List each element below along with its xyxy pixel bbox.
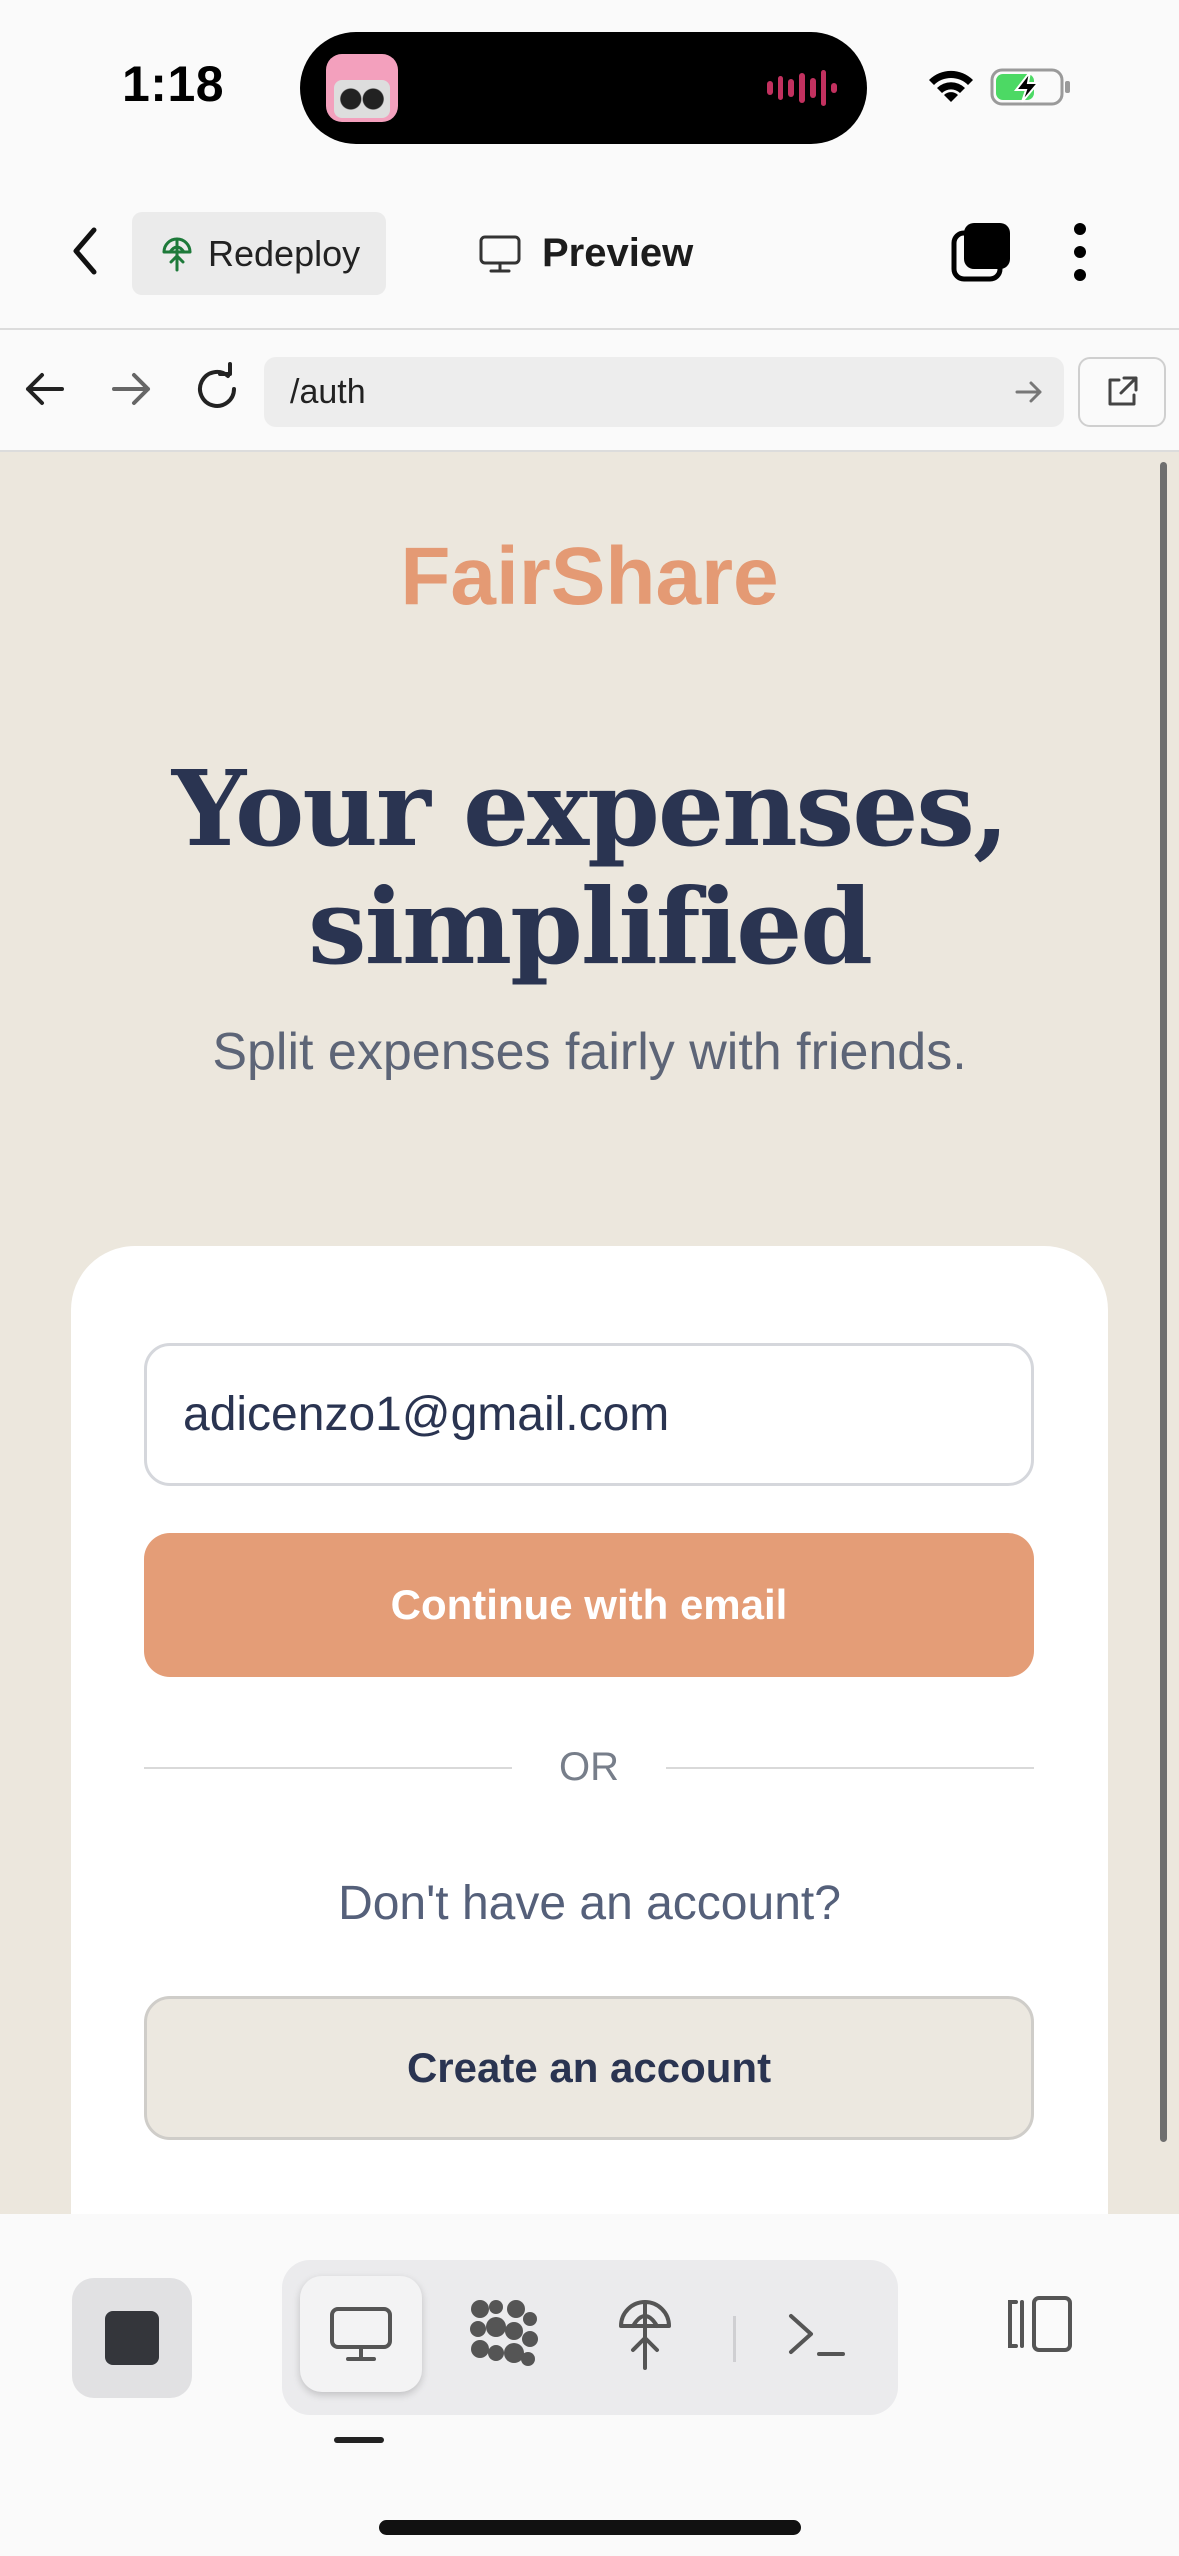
battery-charging-icon: [990, 68, 1070, 106]
page-subheading: Split expenses fairly with friends.: [212, 1023, 967, 1081]
deploy-icon: [619, 2300, 671, 2370]
url-bar[interactable]: /auth: [264, 357, 1064, 427]
divider-line-right: [666, 1767, 1034, 1769]
no-account-text: Don't have an account?: [338, 1877, 841, 1930]
brand-logo: FairShare: [400, 531, 779, 622]
dynamic-island[interactable]: [300, 32, 867, 144]
deploy-icon: [162, 237, 192, 271]
segment-separator: [733, 2316, 736, 2362]
page-headline: Your expenses, simplified: [0, 750, 1179, 986]
reload-icon[interactable]: [190, 362, 244, 416]
arrow-right-icon[interactable]: [108, 366, 154, 412]
email-field[interactable]: [144, 1343, 1034, 1486]
more-options-icon[interactable]: [1070, 221, 1090, 283]
app-grid-icon: [470, 2300, 538, 2366]
desktop-icon: [479, 235, 521, 272]
redeploy-button[interactable]: Redeploy: [132, 212, 386, 295]
status-time: 1:18: [122, 56, 225, 112]
go-arrow-icon[interactable]: [1014, 377, 1044, 407]
split-view-icon[interactable]: [1004, 2292, 1076, 2356]
desktop-icon: [330, 2307, 392, 2361]
view-terminal-button[interactable]: [756, 2276, 878, 2392]
audio-waveform-icon: [767, 70, 838, 106]
auth-card: Continue with email OR Don't have an acc…: [71, 1246, 1108, 2214]
view-preview-button[interactable]: [300, 2276, 422, 2392]
wifi-icon: [929, 70, 973, 102]
continue-with-email-button[interactable]: Continue with email: [144, 1533, 1034, 1677]
create-account-button[interactable]: Create an account: [144, 1996, 1034, 2140]
home-indicator[interactable]: [379, 2520, 801, 2535]
back-button[interactable]: [58, 221, 112, 281]
now-playing-artwork: [326, 54, 398, 122]
terminal-icon: [789, 2314, 845, 2356]
preview-label: Preview: [542, 231, 694, 275]
stop-icon: [105, 2311, 159, 2365]
open-external-button[interactable]: [1078, 357, 1166, 427]
stop-button[interactable]: [72, 2278, 192, 2398]
tabs-icon[interactable]: [950, 221, 1012, 283]
external-link-icon: [1108, 376, 1138, 406]
view-switcher: [282, 2260, 898, 2415]
headline-line-1: Your expenses,: [171, 747, 1009, 870]
redeploy-label: Redeploy: [208, 232, 361, 274]
active-tab-indicator: [334, 2437, 384, 2443]
view-deploy-button[interactable]: [584, 2276, 706, 2392]
app-toolbar: Redeploy Preview: [0, 175, 1179, 330]
status-bar: 1:18: [0, 0, 1179, 175]
headline-line-2: simplified: [308, 865, 873, 988]
chevron-left-icon: [73, 227, 97, 275]
url-text: /auth: [290, 372, 366, 411]
view-apps-button[interactable]: [442, 2276, 564, 2392]
browser-nav-bar: /auth: [0, 330, 1179, 452]
web-preview: FairShare Your expenses, simplified Spli…: [0, 452, 1179, 2214]
bottom-dock: [0, 2214, 1179, 2556]
preview-tab[interactable]: Preview: [478, 212, 693, 295]
scrollbar[interactable]: [1160, 462, 1167, 2142]
or-divider: OR: [144, 1742, 1034, 1792]
arrow-left-icon[interactable]: [22, 366, 68, 412]
